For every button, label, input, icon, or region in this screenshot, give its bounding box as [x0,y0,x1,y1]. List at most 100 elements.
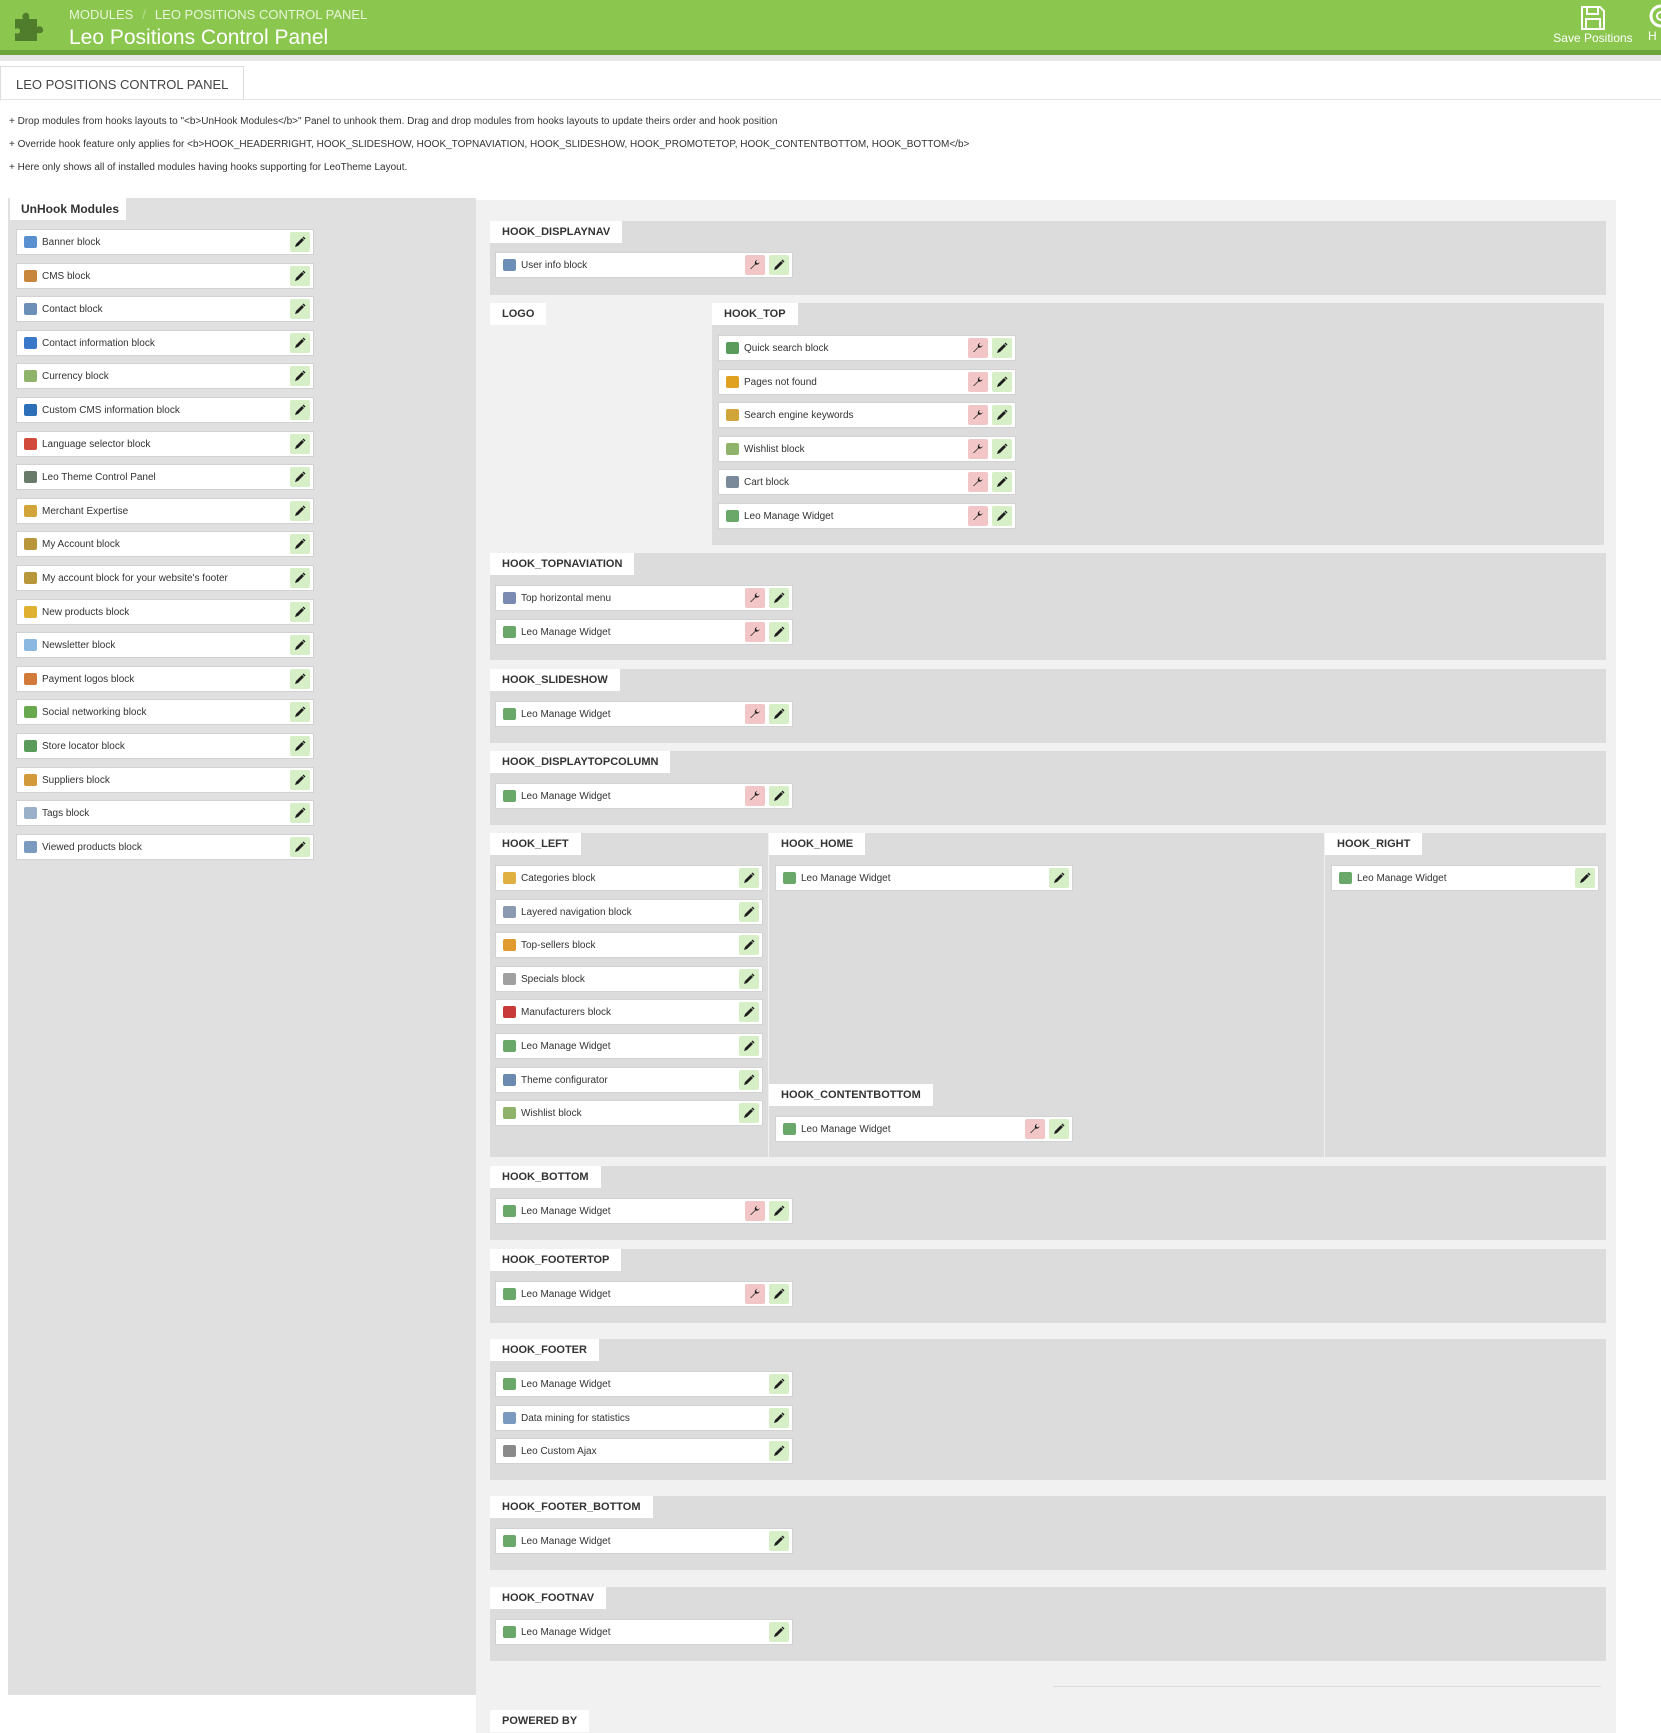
edit-module-button[interactable] [290,467,310,488]
configure-module-button[interactable] [968,472,988,493]
module-item[interactable]: CMS block [16,262,314,289]
module-item[interactable]: Tags block [16,800,314,827]
module-item[interactable]: Social networking block [16,699,314,726]
configure-module-button[interactable] [968,371,988,392]
edit-module-button[interactable] [290,500,310,521]
edit-module-button[interactable] [290,601,310,622]
configure-module-button[interactable] [745,1201,765,1221]
module-item[interactable]: Top-sellers block [495,932,763,959]
edit-module-button[interactable] [769,704,789,724]
module-item[interactable]: Currency block [16,363,314,390]
configure-module-button[interactable] [745,255,765,275]
module-item[interactable]: Viewed products block [16,833,314,860]
module-item[interactable]: Layered navigation block [495,898,763,925]
edit-module-button[interactable] [1575,868,1595,888]
edit-module-button[interactable] [290,836,310,857]
edit-module-button[interactable] [769,1374,789,1394]
help-button[interactable]: H [1648,3,1661,47]
module-item[interactable]: Language selector block [16,430,314,457]
edit-module-button[interactable] [992,338,1012,358]
breadcrumb-current[interactable]: LEO POSITIONS CONTROL PANEL [155,7,367,22]
edit-module-button[interactable] [769,1407,789,1428]
configure-module-button[interactable] [745,588,765,608]
module-item[interactable]: Leo Manage Widget [495,1619,793,1645]
configure-module-button[interactable] [745,704,765,724]
module-item[interactable]: Leo Manage Widget [495,1033,763,1059]
module-item[interactable]: Cart block [718,469,1016,496]
tab-leo-positions-control-panel[interactable]: LEO POSITIONS CONTROL PANEL [0,66,245,101]
module-item[interactable]: New products block [16,598,314,625]
module-item[interactable]: Manufacturers block [495,999,763,1026]
edit-module-button[interactable] [290,803,310,824]
edit-module-button[interactable] [290,400,310,420]
edit-module-button[interactable] [992,405,1012,426]
configure-module-button[interactable] [745,621,765,642]
edit-module-button[interactable] [739,968,759,989]
module-item[interactable]: Wishlist block [718,435,1016,462]
edit-module-button[interactable] [290,668,310,689]
edit-module-button[interactable] [769,1531,789,1551]
edit-module-button[interactable] [769,1622,789,1642]
edit-module-button[interactable] [290,332,310,353]
edit-module-button[interactable] [769,588,789,608]
module-item[interactable]: My account block for your website's foot… [16,565,314,591]
module-item[interactable]: My Account block [16,531,314,558]
edit-module-button[interactable] [290,534,310,555]
module-item[interactable]: Data mining for statistics [495,1404,793,1431]
module-item[interactable]: Search engine keywords [718,402,1016,429]
module-item[interactable]: Store locator block [16,733,314,759]
edit-module-button[interactable] [769,1201,789,1221]
edit-module-button[interactable] [992,371,1012,392]
save-positions-button[interactable]: Save Positions [1546,3,1640,47]
edit-module-button[interactable] [1049,1119,1069,1139]
module-item[interactable]: Leo Manage Widget [495,618,793,645]
edit-module-button[interactable] [769,1284,789,1304]
edit-module-button[interactable] [290,433,310,454]
edit-module-button[interactable] [769,1441,789,1462]
edit-module-button[interactable] [1049,868,1069,888]
module-item[interactable]: Leo Manage Widget [495,1198,793,1224]
configure-module-button[interactable] [968,338,988,358]
module-item[interactable]: Custom CMS information block [16,397,314,423]
module-item[interactable]: Wishlist block [495,1100,763,1127]
edit-module-button[interactable] [992,472,1012,493]
edit-module-button[interactable] [992,438,1012,459]
module-item[interactable]: Leo Manage Widget [775,865,1073,891]
breadcrumb-modules[interactable]: MODULES [69,7,133,22]
module-item[interactable]: User info block [495,252,793,278]
edit-module-button[interactable] [290,265,310,286]
module-item[interactable]: Leo Manage Widget [495,1281,793,1307]
edit-module-button[interactable] [290,736,310,756]
module-item[interactable]: Quick search block [718,335,1016,361]
configure-module-button[interactable] [968,438,988,459]
edit-module-button[interactable] [739,935,759,956]
module-item[interactable]: Leo Manage Widget [495,1371,793,1397]
edit-module-button[interactable] [290,366,310,387]
module-item[interactable]: Merchant Expertise [16,497,314,524]
edit-module-button[interactable] [992,506,1012,526]
module-item[interactable]: Newsletter block [16,632,314,659]
module-item[interactable]: Leo Custom Ajax [495,1438,793,1465]
edit-module-button[interactable] [739,901,759,922]
module-item[interactable]: Leo Manage Widget [775,1116,1073,1142]
edit-module-button[interactable] [769,621,789,642]
edit-module-button[interactable] [769,255,789,275]
edit-module-button[interactable] [739,1103,759,1124]
module-item[interactable]: Theme configurator [495,1066,763,1093]
module-item[interactable]: Banner block [16,229,314,255]
module-item[interactable]: Top horizontal menu [495,585,793,611]
module-item[interactable]: Categories block [495,865,763,891]
module-item[interactable]: Payment logos block [16,665,314,692]
module-item[interactable]: Suppliers block [16,766,314,793]
module-item[interactable]: Contact information block [16,329,314,356]
configure-module-button[interactable] [745,1284,765,1304]
edit-module-button[interactable] [290,232,310,252]
edit-module-button[interactable] [290,769,310,790]
edit-module-button[interactable] [739,1069,759,1090]
module-item[interactable]: Leo Theme Control Panel [16,464,314,491]
edit-module-button[interactable] [290,702,310,723]
module-item[interactable]: Pages not found [718,368,1016,395]
edit-module-button[interactable] [769,786,789,806]
module-item[interactable]: Leo Manage Widget [1331,865,1599,891]
configure-module-button[interactable] [745,786,765,806]
